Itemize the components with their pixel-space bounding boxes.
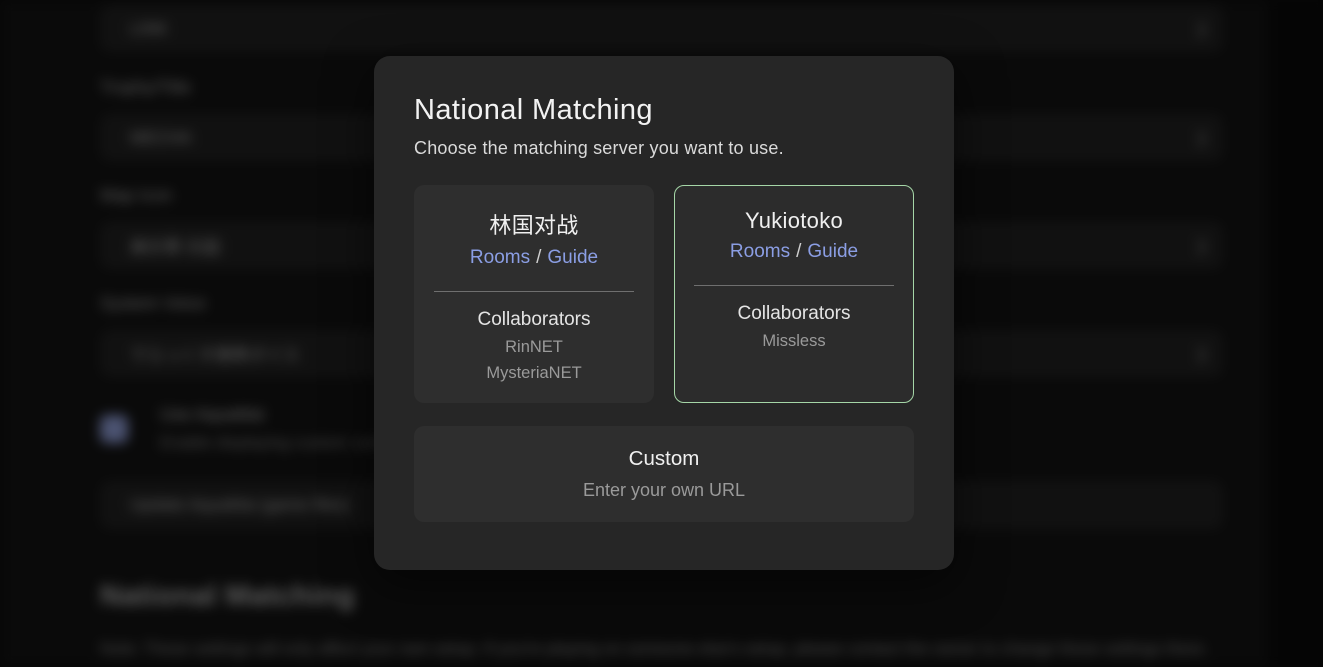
rooms-link[interactable]: Rooms [730,241,790,262]
server-card-yukiotoko[interactable]: Yukiotoko Rooms / Guide Collaborators Miss… [674,185,914,403]
server-card-linguo[interactable]: 林国对战 Rooms / Guide Collaborators RinNET My… [414,185,654,403]
collaborators-heading: Collaborators [478,309,591,331]
server-links: Rooms / Guide [730,241,858,263]
rooms-link[interactable]: Rooms [470,247,530,268]
card-divider [694,285,894,286]
link-separator: / [536,247,541,268]
server-cards: 林国对战 Rooms / Guide Collaborators RinNET My… [414,185,914,403]
card-divider [434,291,634,292]
server-name: 林国对战 [489,208,578,240]
server-links: Rooms / Guide [470,247,598,269]
screen: LINK Trophy/Title MECHA Map Icon 美乐蒂 乐园 … [0,0,1323,667]
server-name: Yukiotoko [745,208,843,234]
collaborator-name: Missless [762,332,825,351]
collaborator-name: MysteriaNET [486,364,581,383]
modal-title: National Matching [414,94,914,127]
link-separator: / [796,241,801,262]
custom-card-title: Custom [629,447,700,471]
custom-card-subtitle: Enter your own URL [583,480,745,501]
guide-link[interactable]: Guide [547,247,598,268]
national-matching-modal: National Matching Choose the matching se… [374,56,954,570]
collaborators-heading: Collaborators [738,303,851,325]
guide-link[interactable]: Guide [807,241,858,262]
custom-server-card[interactable]: Custom Enter your own URL [414,426,914,522]
collaborator-name: RinNET [505,338,563,357]
modal-subtitle: Choose the matching server you want to u… [414,138,914,159]
